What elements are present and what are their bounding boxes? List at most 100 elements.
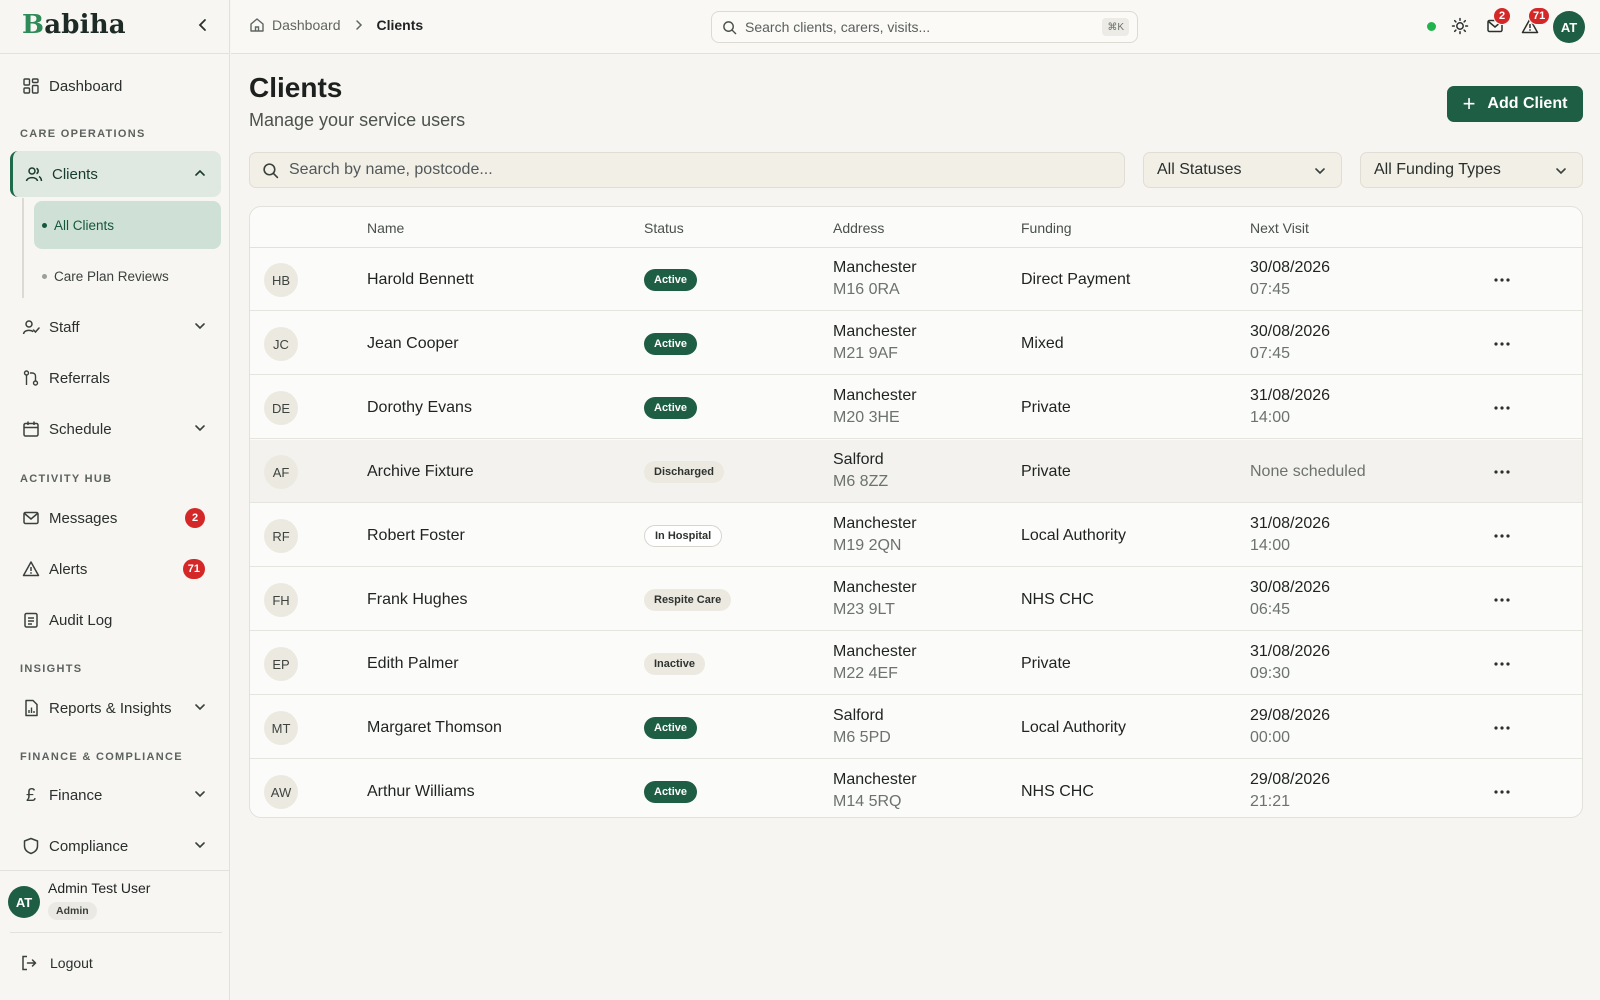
table-row[interactable]: HB Harold Bennett Active Manchester M16 … — [250, 248, 1582, 311]
file-chart-icon — [22, 699, 40, 717]
column-header-status[interactable]: Status — [644, 220, 684, 236]
collapse-sidebar-button[interactable] — [192, 14, 214, 36]
column-header-funding[interactable]: Funding — [1021, 220, 1072, 236]
chevron-down-icon — [195, 323, 205, 330]
table-row[interactable]: AW Arthur Williams Active Manchester M14… — [250, 760, 1582, 817]
sidebar-item-dashboard[interactable]: Dashboard — [10, 63, 221, 109]
funding-type: Local Authority — [1021, 527, 1126, 544]
clipboard-list-icon — [22, 611, 40, 629]
funding-filter-select[interactable]: All Funding Types — [1360, 152, 1583, 188]
table-row[interactable]: EP Edith Palmer Inactive Manchester M22 … — [250, 632, 1582, 695]
row-actions-button[interactable] — [1490, 716, 1514, 740]
sidebar-item-clients[interactable]: Clients — [10, 151, 221, 197]
client-search-input[interactable] — [289, 161, 1089, 179]
logout-button[interactable]: Logout — [20, 954, 93, 972]
next-visit-date: 29/08/2026 — [1250, 771, 1331, 788]
status-badge: Active — [644, 333, 698, 355]
funding-type: Direct Payment — [1021, 271, 1131, 288]
address-city: Manchester — [833, 579, 917, 596]
sidebar-item-dashboard-label: Dashboard — [49, 77, 123, 95]
next-visit-time: 06:45 — [1250, 601, 1291, 618]
table-row[interactable]: FH Frank Hughes Respite Care Manchester … — [250, 568, 1582, 631]
theme-toggle-button[interactable] — [1449, 15, 1471, 37]
client-name[interactable]: Frank Hughes — [367, 591, 468, 609]
funding-type: Private — [1021, 399, 1071, 416]
messages-count-badge: 2 — [185, 508, 205, 528]
sidebar-subitem-care-plan-reviews[interactable]: Care Plan Reviews — [34, 252, 221, 300]
sidebar-item-schedule[interactable]: Schedule — [10, 406, 221, 452]
client-search[interactable] — [249, 152, 1125, 188]
next-visit-none: None scheduled — [1250, 463, 1366, 480]
row-actions-button[interactable] — [1490, 524, 1514, 548]
address-postcode: M14 5RQ — [833, 793, 902, 810]
table-row[interactable]: RF Robert Foster In Hospital Manchester … — [250, 504, 1582, 567]
user-profile[interactable]: AT Admin Test User Admin — [8, 870, 222, 930]
status-filter-select[interactable]: All Statuses — [1143, 152, 1342, 188]
client-name[interactable]: Harold Bennett — [367, 271, 474, 289]
status-badge: Active — [644, 717, 698, 739]
alert-triangle-icon — [22, 560, 40, 578]
row-actions-button[interactable] — [1490, 588, 1514, 612]
row-actions-button[interactable] — [1490, 332, 1514, 356]
sidebar-item-staff[interactable]: Staff — [10, 304, 221, 350]
client-name[interactable]: Edith Palmer — [367, 655, 459, 673]
alerts-notification-badge: 71 — [1528, 7, 1551, 25]
global-search[interactable]: ⌘K — [711, 11, 1138, 43]
git-pull-request-icon — [22, 369, 40, 387]
sidebar-subitem-all-clients-label: All Clients — [54, 217, 115, 233]
client-name[interactable]: Dorothy Evans — [367, 399, 472, 417]
address-postcode: M23 9LT — [833, 601, 895, 618]
row-actions-button[interactable] — [1490, 460, 1514, 484]
address-city: Salford — [833, 451, 884, 468]
messages-button[interactable]: 2 — [1484, 7, 1511, 37]
next-visit-date: 31/08/2026 — [1250, 643, 1331, 660]
table-row[interactable]: JC Jean Cooper Active Manchester M21 9AF… — [250, 312, 1582, 375]
sidebar-item-compliance-label: Compliance — [49, 837, 129, 855]
row-actions-button[interactable] — [1490, 396, 1514, 420]
brand-logo[interactable]: Babiha — [22, 10, 126, 40]
row-actions-button[interactable] — [1490, 780, 1514, 804]
client-avatar: AF — [264, 455, 298, 489]
avatar: AT — [8, 886, 40, 918]
logout-label: Logout — [50, 955, 93, 971]
client-name[interactable]: Arthur Williams — [367, 783, 475, 801]
client-name[interactable]: Robert Foster — [367, 527, 465, 545]
sidebar-item-referrals[interactable]: Referrals — [10, 355, 221, 401]
alerts-button[interactable]: 71 — [1519, 7, 1551, 37]
status-badge: Active — [644, 781, 698, 803]
table-row[interactable]: MT Margaret Thomson Active Salford M6 5P… — [250, 696, 1582, 759]
sidebar-item-compliance[interactable]: Compliance — [10, 823, 221, 869]
next-visit-time: 14:00 — [1250, 409, 1291, 426]
address-city: Manchester — [833, 515, 917, 532]
address-postcode: M19 2QN — [833, 537, 902, 554]
column-header-next-visit[interactable]: Next Visit — [1250, 220, 1309, 236]
table-header: Name Status Address Funding Next Visit — [250, 207, 1582, 248]
breadcrumb-dashboard-link[interactable]: Dashboard — [272, 17, 341, 33]
add-client-button[interactable]: + Add Client — [1447, 86, 1583, 122]
pound-sterling-icon: £ — [25, 784, 36, 805]
client-name[interactable]: Jean Cooper — [367, 335, 459, 353]
table-row[interactable]: DE Dorothy Evans Active Manchester M20 3… — [250, 376, 1582, 439]
sidebar-item-finance[interactable]: £ Finance — [10, 772, 221, 818]
home-icon — [250, 18, 264, 32]
breadcrumb: Dashboard Clients — [249, 17, 423, 33]
column-header-name[interactable]: Name — [367, 220, 404, 236]
more-horizontal-icon — [1494, 726, 1510, 730]
sidebar-subitem-all-clients[interactable]: All Clients — [34, 201, 221, 249]
sidebar-item-alerts[interactable]: Alerts 71 — [10, 546, 221, 592]
global-search-input[interactable] — [745, 19, 1085, 35]
row-actions-button[interactable] — [1490, 652, 1514, 676]
sidebar-item-audit-log[interactable]: Audit Log — [10, 597, 221, 643]
column-header-address[interactable]: Address — [833, 220, 884, 236]
chevron-down-icon — [195, 425, 205, 432]
sidebar-item-reports[interactable]: Reports & Insights — [10, 685, 221, 731]
chevron-down-icon — [1315, 168, 1325, 175]
client-name[interactable]: Archive Fixture — [367, 463, 474, 481]
client-name[interactable]: Margaret Thomson — [367, 719, 502, 737]
brand-logo-initial: B — [22, 10, 45, 40]
avatar[interactable]: AT — [1553, 11, 1585, 43]
row-actions-button[interactable] — [1490, 268, 1514, 292]
table-row[interactable]: AF Archive Fixture Discharged Salford M6… — [250, 440, 1582, 503]
sidebar-item-messages[interactable]: Messages 2 — [10, 495, 221, 541]
sidebar-subitem-care-plan-reviews-label: Care Plan Reviews — [54, 268, 169, 284]
